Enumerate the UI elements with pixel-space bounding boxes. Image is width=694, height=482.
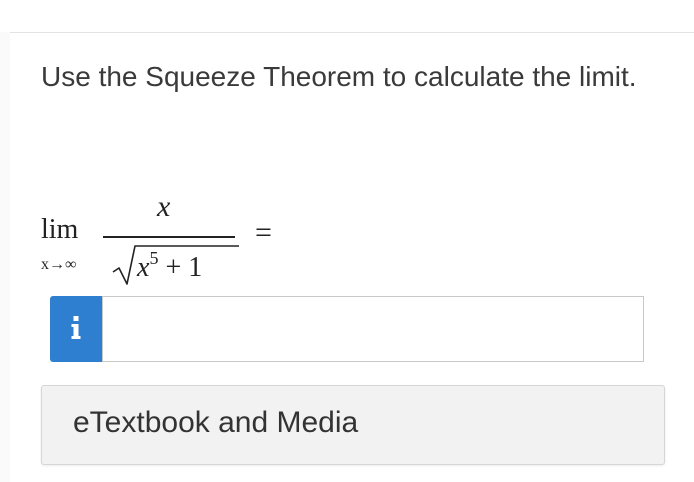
etextbook-media-label: eTextbook and Media bbox=[73, 406, 359, 439]
denominator-expression: x5 + 1 bbox=[137, 248, 203, 284]
denominator-exponent: 5 bbox=[149, 248, 159, 268]
info-icon bbox=[71, 316, 81, 339]
clipped-header-strip bbox=[0, 0, 694, 32]
left-rail bbox=[0, 0, 10, 482]
answer-row bbox=[50, 296, 644, 362]
limit-expression: lim x→∞ x x5 + 1 = bbox=[41, 190, 361, 290]
fraction-denominator: x5 + 1 bbox=[111, 242, 241, 288]
etextbook-media-button[interactable]: eTextbook and Media bbox=[41, 385, 665, 465]
denominator-variable: x bbox=[137, 252, 150, 283]
lim-operator: lim bbox=[41, 214, 79, 245]
lim-subscript: x→∞ bbox=[41, 256, 77, 273]
denominator-constant: + 1 bbox=[158, 252, 203, 283]
info-button[interactable] bbox=[50, 296, 102, 362]
fraction-bar bbox=[103, 236, 235, 238]
question-text: Use the Squeeze Theorem to calculate the… bbox=[41, 61, 637, 92]
equals-sign: = bbox=[255, 216, 272, 249]
answer-input[interactable] bbox=[102, 296, 644, 362]
header-divider bbox=[10, 32, 694, 33]
fraction-numerator: x bbox=[157, 190, 171, 223]
